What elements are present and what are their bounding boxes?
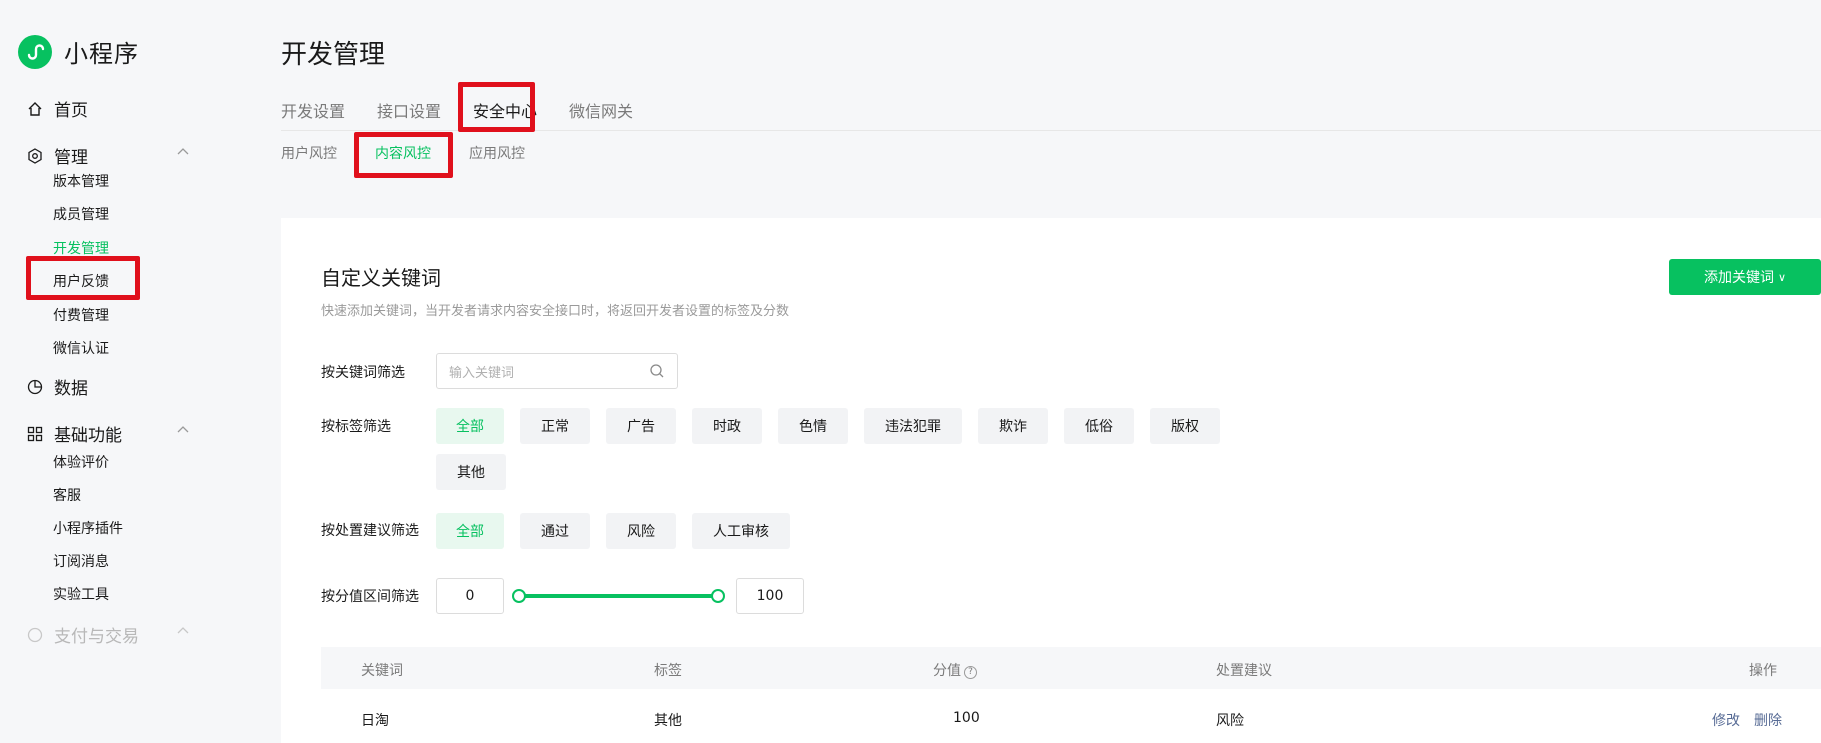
- sidebar-item-data[interactable]: 数据: [26, 374, 88, 399]
- sidebar-item-basic[interactable]: 基础功能: [26, 421, 122, 446]
- sidebar-item-version[interactable]: 版本管理: [53, 171, 109, 191]
- column-header-action: 操作: [1749, 663, 1777, 679]
- suggestion-chip-risk[interactable]: 风险: [606, 513, 676, 549]
- keyword-search-input[interactable]: 输入关键词: [436, 353, 678, 389]
- sidebar-item-plugins[interactable]: 小程序插件: [53, 518, 123, 538]
- column-header-score-label: 分值: [933, 663, 961, 679]
- score-filter-label: 按分值区间筛选: [321, 589, 419, 605]
- score-max-input[interactable]: 100: [736, 578, 804, 614]
- sidebar-item-experience[interactable]: 体验评价: [53, 452, 109, 472]
- app-name: 小程序: [64, 40, 139, 68]
- tag-chip-normal[interactable]: 正常: [520, 408, 590, 444]
- keyword-filter-label: 按关键词筛选: [321, 365, 405, 381]
- sidebar-item-label: 基础功能: [54, 426, 122, 446]
- tag-filter-label: 按标签筛选: [321, 419, 391, 435]
- add-keyword-button[interactable]: 添加关键词 ∨: [1669, 259, 1821, 295]
- suggestion-filter-group: 全部 通过 风险 人工审核: [436, 513, 1236, 559]
- tab-api-settings[interactable]: 接口设置: [377, 98, 441, 122]
- sidebar-item-manage[interactable]: 管理: [26, 143, 88, 168]
- sidebar-item-home[interactable]: 首页: [26, 96, 88, 121]
- page-title: 开发管理: [281, 40, 386, 70]
- slider-min-handle[interactable]: [512, 589, 526, 603]
- cell-suggestion: 风险: [1216, 713, 1244, 729]
- brand[interactable]: 小程序: [18, 34, 139, 69]
- sidebar-item-label: 首页: [54, 101, 88, 121]
- panel-title: 自定义关键词: [321, 266, 441, 290]
- sidebar-item-billing[interactable]: 付费管理: [53, 305, 109, 325]
- chevron-up-icon[interactable]: [176, 624, 190, 638]
- column-header-score: 分值?: [933, 660, 977, 680]
- search-placeholder: 输入关键词: [449, 365, 515, 381]
- sidebar: 小程序 首页 管理 版本管理 成员管理 开发管理 用户反馈 付费管理 微信认证 …: [0, 0, 240, 743]
- table-row: 日淘 其他 100 风险 修改 删除: [321, 689, 1821, 743]
- highlight-box-dev-manage: [26, 256, 140, 300]
- home-icon: [26, 100, 44, 118]
- tag-chip-vulgar[interactable]: 低俗: [1064, 408, 1134, 444]
- score-min-input[interactable]: 0: [436, 578, 504, 614]
- miniprogram-logo-icon: [18, 34, 52, 69]
- tag-chip-fraud[interactable]: 欺诈: [978, 408, 1048, 444]
- cell-keyword: 日淘: [361, 713, 389, 729]
- cell-score: 100: [953, 710, 980, 726]
- cell-tag: 其他: [654, 713, 682, 729]
- score-range-slider[interactable]: [518, 594, 718, 598]
- tag-chip-copyright[interactable]: 版权: [1150, 408, 1220, 444]
- tab-dev-settings[interactable]: 开发设置: [281, 98, 345, 122]
- sidebar-item-dev-manage[interactable]: 开发管理: [53, 238, 109, 258]
- column-header-keyword: 关键词: [361, 663, 403, 679]
- sidebar-item-lab[interactable]: 实验工具: [53, 584, 109, 604]
- chevron-up-icon[interactable]: [176, 145, 190, 159]
- add-keyword-label: 添加关键词: [1703, 270, 1774, 286]
- tag-chip-crime[interactable]: 违法犯罪: [864, 408, 962, 444]
- sidebar-item-payment[interactable]: 支付与交易: [26, 622, 139, 647]
- grid-icon: [26, 425, 44, 443]
- column-header-tag: 标签: [654, 663, 682, 679]
- help-icon[interactable]: ?: [964, 666, 977, 679]
- hexagon-settings-icon: [26, 147, 44, 165]
- column-header-suggestion: 处置建议: [1216, 663, 1272, 679]
- suggestion-chip-pass[interactable]: 通过: [520, 513, 590, 549]
- sidebar-item-label: 管理: [54, 148, 88, 168]
- sidebar-item-label: 数据: [54, 379, 88, 399]
- highlight-box-security-tab: [458, 82, 535, 132]
- sidebar-item-subscribe[interactable]: 订阅消息: [53, 551, 109, 571]
- keyword-panel: 自定义关键词 快速添加关键词，当开发者请求内容安全接口时，将返回开发者设置的标签…: [281, 218, 1821, 743]
- tag-chip-porn[interactable]: 色情: [778, 408, 848, 444]
- subtab-user-risk[interactable]: 用户风控: [281, 143, 337, 163]
- payment-icon: [26, 626, 44, 644]
- subtab-app-risk[interactable]: 应用风控: [469, 143, 525, 163]
- suggestion-chip-all[interactable]: 全部: [436, 513, 504, 549]
- slider-max-handle[interactable]: [711, 589, 725, 603]
- tag-chip-other[interactable]: 其他: [436, 454, 506, 490]
- edit-link[interactable]: 修改: [1712, 710, 1740, 730]
- chevron-up-icon[interactable]: [176, 423, 190, 437]
- panel-description: 快速添加关键词，当开发者请求内容安全接口时，将返回开发者设置的标签及分数: [321, 304, 790, 319]
- tag-chip-ad[interactable]: 广告: [606, 408, 676, 444]
- tag-chip-politics[interactable]: 时政: [692, 408, 762, 444]
- delete-link[interactable]: 删除: [1754, 710, 1782, 730]
- search-icon: [650, 364, 664, 378]
- tag-chip-all[interactable]: 全部: [436, 408, 504, 444]
- table-header: 关键词 标签 分值? 处置建议 操作: [321, 647, 1821, 689]
- sidebar-item-customer-service[interactable]: 客服: [53, 485, 81, 505]
- sidebar-item-wechat-auth[interactable]: 微信认证: [53, 338, 109, 358]
- pie-chart-icon: [26, 378, 44, 396]
- tag-filter-group: 全部 正常 广告 时政 色情 违法犯罪 欺诈 低俗 版权 其他: [436, 408, 1236, 500]
- sidebar-item-label: 支付与交易: [54, 627, 139, 647]
- sidebar-item-members[interactable]: 成员管理: [53, 204, 109, 224]
- suggestion-filter-label: 按处置建议筛选: [321, 523, 419, 539]
- chevron-down-icon: ∨: [1777, 270, 1787, 284]
- suggestion-chip-manual-review[interactable]: 人工审核: [692, 513, 790, 549]
- tab-wechat-gateway[interactable]: 微信网关: [569, 98, 633, 122]
- highlight-box-content-risk: [354, 132, 453, 178]
